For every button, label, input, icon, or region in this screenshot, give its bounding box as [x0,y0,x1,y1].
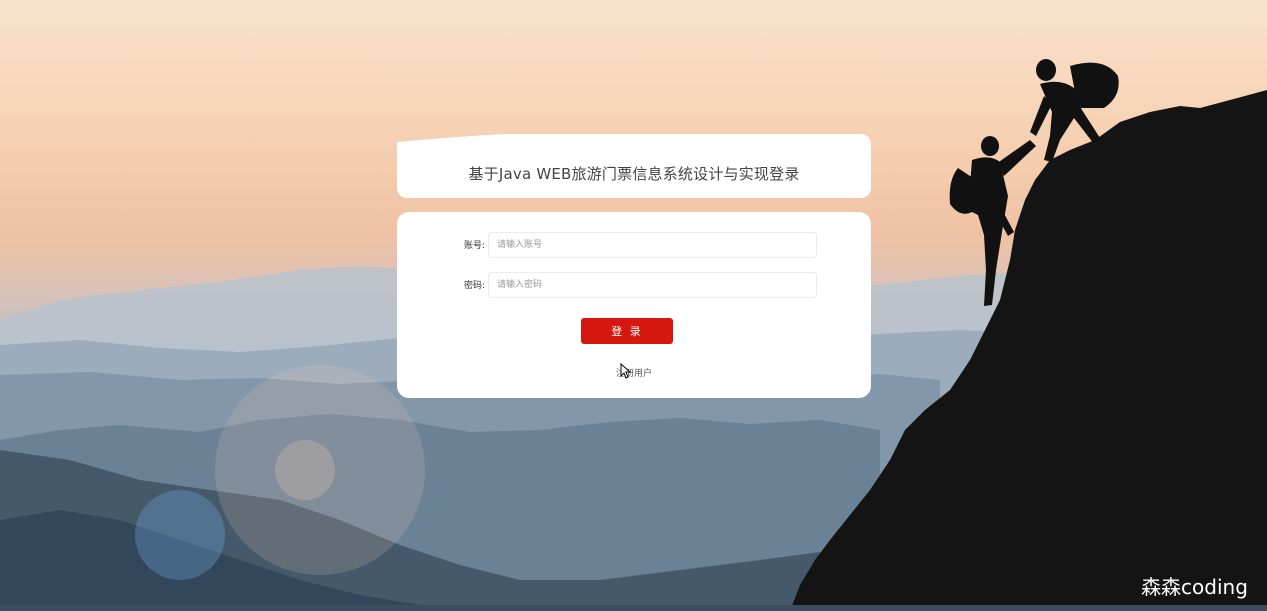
page-title: 基于Java WEB旅游门票信息系统设计与实现登录 [468,164,800,183]
login-page: 基于Java WEB旅游门票信息系统设计与实现登录 账号: 密码: 登 录 注册… [0,0,1267,611]
login-button[interactable]: 登 录 [581,318,673,344]
watermark: 森森coding [1132,569,1257,601]
bottom-bar [0,605,1267,611]
title-card: 基于Java WEB旅游门票信息系统设计与实现登录 [397,134,871,198]
username-label: 账号: [463,241,485,251]
username-input[interactable] [488,232,817,258]
username-row: 账号: [397,232,871,258]
mouse-cursor-icon [620,363,632,379]
password-input[interactable] [488,272,817,298]
register-link[interactable]: 注册用户 [397,366,871,379]
login-form: 账号: 密码: 登 录 注册用户 [397,212,871,398]
password-label: 密码: [463,281,485,291]
password-row: 密码: [397,272,871,298]
